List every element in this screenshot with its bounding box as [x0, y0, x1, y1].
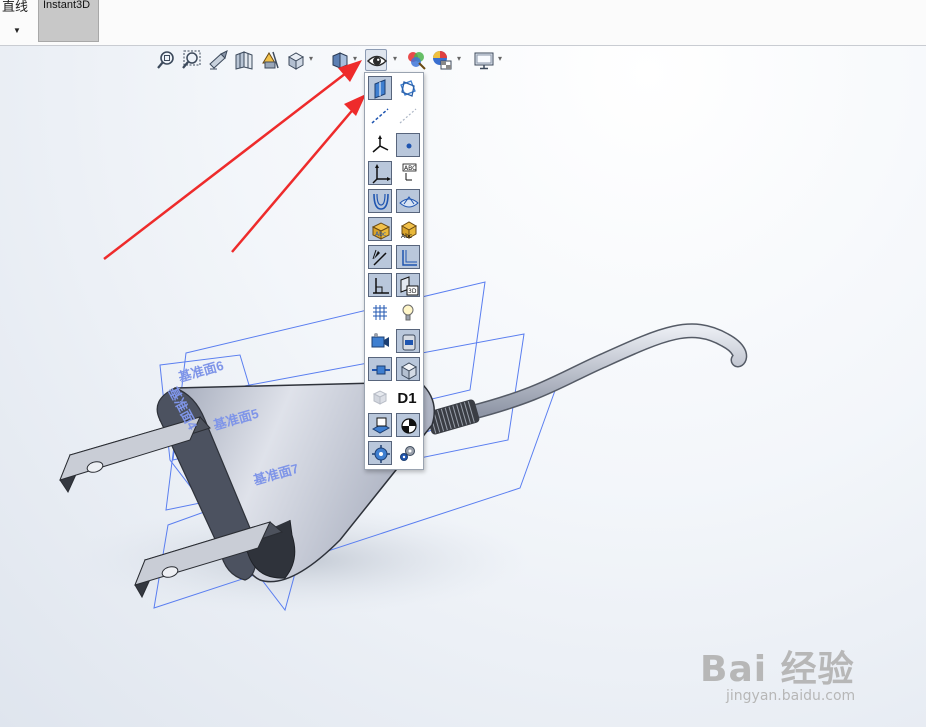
view-sketch-planes-icon	[371, 417, 391, 434]
command-manager-ribbon: 直线 ▼ Instant3D	[0, 0, 926, 46]
view-3d-sketch-planes-icon: 3D	[400, 276, 419, 296]
instant3d-label: Instant3D	[43, 0, 91, 11]
view-part-annotations-button[interactable]: Abc	[396, 217, 420, 241]
view-3d-sketch-planes-button[interactable]: 3D	[396, 273, 420, 297]
view-points-button[interactable]	[396, 133, 420, 157]
baidu-jingyan-logo: Bai 经验	[700, 649, 855, 690]
view-planes-icon	[374, 79, 386, 99]
view-planes-button[interactable]	[368, 76, 392, 100]
ribbon-dropdown-arrow-icon[interactable]: ▼	[13, 26, 21, 35]
view-grid-button[interactable]	[368, 301, 392, 325]
view-cameras-button[interactable]	[368, 329, 392, 353]
svg-text:Abc: Abc	[375, 231, 386, 238]
hide-show-items-flyout: ABC Abc Abc 3D D1	[364, 72, 424, 470]
view-named-coordinate-button[interactable]: ABC	[396, 161, 420, 185]
view-coordinate-systems-icon	[372, 164, 391, 184]
view-points-icon	[406, 143, 412, 149]
view-lights-icon	[402, 304, 414, 321]
view-lights-button[interactable]	[396, 301, 420, 325]
view-all-planes-button[interactable]	[396, 76, 420, 100]
baidu-jingyan-url: jingyan.baidu.com	[726, 688, 856, 704]
instant3d-button[interactable]: Instant3D	[38, 0, 99, 42]
view-decals-icon	[402, 334, 416, 351]
view-surfaces-button[interactable]	[396, 189, 420, 213]
view-axes-icon	[371, 108, 389, 124]
view-routing-points-button[interactable]	[368, 385, 392, 409]
svg-text:Abc: Abc	[401, 233, 412, 240]
view-routing-points-icon	[372, 390, 388, 405]
view-bodies-button[interactable]	[396, 357, 420, 381]
view-center-of-mass-button[interactable]	[396, 413, 420, 437]
view-sketch-relations-button[interactable]	[368, 273, 392, 297]
annotation-arrow-to-planes	[231, 94, 366, 253]
view-sketches-icon	[402, 250, 417, 266]
view-part-annotations-icon: Abc	[400, 221, 418, 240]
view-sketch-dimensions-icon	[372, 249, 387, 266]
view-origins-icon	[372, 135, 389, 153]
view-weld-beads-button[interactable]	[368, 441, 392, 465]
view-sketch-dimensions-button[interactable]	[368, 245, 392, 269]
view-annotations-button[interactable]: Abc	[368, 217, 392, 241]
view-sketches-button[interactable]	[396, 245, 420, 269]
graphics-area[interactable]: 基准面6 基准面4 基准面5 基准面7	[0, 46, 926, 727]
view-bodies-icon	[400, 362, 418, 380]
view-settings-gear-icon	[400, 446, 415, 461]
view-center-of-mass-icon	[401, 418, 417, 434]
view-settings-gear-button[interactable]	[396, 441, 420, 465]
view-annotations-icon: Abc	[371, 222, 391, 240]
view-all-planes-icon	[400, 80, 416, 97]
view-weld-beads-icon	[372, 445, 390, 463]
view-coordinate-systems-button[interactable]	[368, 161, 392, 185]
view-mates-button[interactable]	[368, 357, 392, 381]
view-surfaces-icon	[399, 196, 419, 208]
view-axes-button[interactable]	[368, 104, 392, 128]
view-curves-icon	[373, 193, 389, 210]
view-temporary-axes-icon	[399, 108, 417, 124]
view-named-coordinate-icon: ABC	[402, 163, 417, 181]
view-dimension-names-button[interactable]: D1	[395, 387, 419, 411]
svg-text:3D: 3D	[408, 288, 417, 295]
view-origins-button[interactable]	[368, 133, 392, 157]
view-temporary-axes-button[interactable]	[396, 104, 420, 128]
view-grid-icon	[373, 305, 387, 320]
power-cord[interactable]	[464, 324, 746, 419]
svg-text:ABC: ABC	[404, 165, 416, 172]
view-sketch-planes-button[interactable]	[368, 413, 392, 437]
view-mates-icon	[372, 365, 390, 375]
view-cameras-icon	[371, 333, 389, 348]
view-sketch-relations-icon	[373, 278, 389, 294]
view-decals-button[interactable]	[396, 329, 420, 353]
annotation-arrow-to-eye	[103, 60, 362, 260]
ribbon-cut-label[interactable]: 直线	[2, 0, 28, 15]
view-curves-button[interactable]	[368, 189, 392, 213]
